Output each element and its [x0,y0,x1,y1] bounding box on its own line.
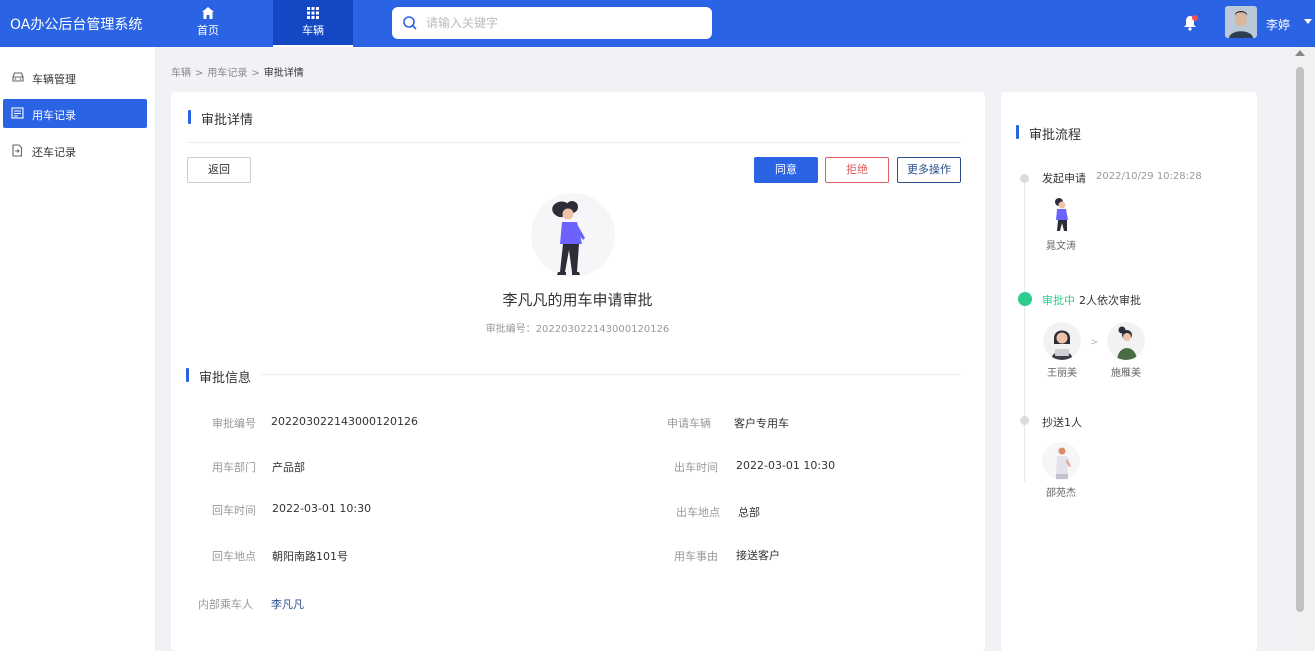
avatar [1042,442,1080,480]
search-input[interactable] [426,13,696,33]
chevron-right-icon: > [1090,337,1099,348]
flow-step-time: 2022/10/29 10:28:28 [1096,171,1202,182]
nav-vehicle[interactable]: 车辆 [273,0,353,47]
info-value: 朝阳南路101号 [272,550,348,563]
application-number: 审批编号：202203022143000120126 [258,320,897,335]
info-value: 产品部 [272,461,305,474]
breadcrumb-separator: > [195,68,204,79]
breadcrumb-current: 审批详情 [263,68,304,79]
return-icon [12,144,23,157]
info-label: 出车时间 [674,461,718,474]
person-icon [1042,442,1080,480]
breadcrumb-item[interactable]: 车辆 [171,68,191,79]
avatar [1043,322,1081,360]
info-label: 审批编号 [212,417,256,430]
application-title: 李凡凡的用车申请审批 [502,291,653,309]
info-value: 接送客户 [736,549,780,562]
flow-timeline [1024,182,1025,482]
person-icon [1043,322,1081,360]
grid-icon [307,7,319,19]
sidebar-item-usage-records[interactable]: 用车记录 [3,99,147,128]
sidebar-item-label: 车辆管理 [32,73,76,86]
scrollbar-thumb[interactable] [1296,67,1304,612]
breadcrumb-item[interactable]: 用车记录 [207,68,247,79]
sidebar: 车辆管理 用车记录 还车记录 [0,47,155,651]
info-label: 申请车辆 [667,417,711,430]
flow-person: 邵苑杰 [1036,442,1086,499]
user-photo-icon [1225,6,1257,38]
app-title: OA办公后台管理系统 [10,17,143,33]
info-label: 用车部门 [212,461,256,474]
flow-person: 王丽美 [1037,322,1087,379]
flow-step-title: 发起申请 [1042,172,1086,185]
flow-person-name: 施雁美 [1111,368,1141,379]
detail-card: 审批详情 返回 同意 拒绝 更多操作 李凡凡的用车申请审批 审批编号：20220… [171,92,985,651]
info-label: 用车事由 [674,550,718,563]
info-label: 内部乘车人 [198,598,253,611]
approval-flow-card: 审批流程 发起申请 2022/10/29 10:28:28 晁文涛 审批中 2人… [1001,92,1257,651]
applicant-illustration [531,193,615,277]
application-number-label: 审批编号： [485,324,536,335]
info-value: 2022-03-01 10:30 [272,502,372,515]
list-icon [11,107,24,119]
info-value: 2022-03-01 10:30 [736,459,836,472]
avatar [1042,195,1080,233]
flow-section-title: 审批流程 [1015,124,1081,143]
person-icon [1055,198,1068,231]
flow-step-title: 2人依次审批 [1079,294,1141,307]
car-icon [12,72,24,82]
flow-person: 晁文涛 [1036,195,1086,252]
sidebar-item-label: 还车记录 [32,146,76,159]
divider [187,142,961,143]
reject-button[interactable]: 拒绝 [825,157,889,183]
divider [261,374,961,375]
top-navbar: OA办公后台管理系统 首页 车辆 李婷 [0,0,1315,47]
flow-step-dot-active [1018,292,1032,306]
flow-person-name: 晁文涛 [1046,241,1076,252]
back-button[interactable]: 返回 [187,157,251,183]
search-icon [403,16,417,30]
user-name[interactable]: 李婷 [1266,16,1290,33]
flow-person-name: 王丽美 [1047,368,1077,379]
home-icon [202,7,214,19]
flow-person: 施雁美 [1101,322,1151,379]
passenger-link[interactable]: 李凡凡 [271,596,304,612]
nav-home[interactable]: 首页 [168,0,248,47]
notification-badge [1192,15,1198,21]
flow-step-title: 抄送1人 [1042,416,1082,429]
detail-section-title: 审批详情 [187,109,253,128]
application-number-value: 202203022143000120126 [535,324,670,335]
chevron-down-icon[interactable] [1304,19,1312,24]
agree-button[interactable]: 同意 [754,157,818,183]
flow-step-dot [1020,416,1029,425]
flow-person-name: 邵苑杰 [1046,488,1076,499]
info-label: 回车地点 [212,550,256,563]
info-section-title: 审批信息 [185,367,251,386]
breadcrumb: 车辆 > 用车记录 > 审批详情 [171,64,304,79]
info-label: 回车时间 [212,504,256,517]
sidebar-item-vehicle-management[interactable]: 车辆管理 [3,63,147,92]
avatar [1107,322,1145,360]
sidebar-item-label: 用车记录 [32,109,76,122]
flow-step-status: 审批中 [1042,294,1075,307]
avatar[interactable] [1225,6,1257,38]
person-icon [1107,322,1145,360]
breadcrumb-separator: > [251,68,260,79]
search-box [392,7,712,39]
nav-vehicle-label: 车辆 [302,24,324,37]
info-value: 202203022143000120126 [271,415,418,428]
flow-step-dot [1020,174,1029,183]
info-label: 出车地点 [676,506,720,519]
info-value: 客户专用车 [734,417,789,430]
sidebar-item-return-records[interactable]: 还车记录 [3,136,147,165]
nav-home-label: 首页 [197,24,219,37]
scroll-up-arrow-icon[interactable] [1295,50,1305,56]
more-actions-button[interactable]: 更多操作 [897,157,961,183]
info-value: 总部 [738,506,760,519]
